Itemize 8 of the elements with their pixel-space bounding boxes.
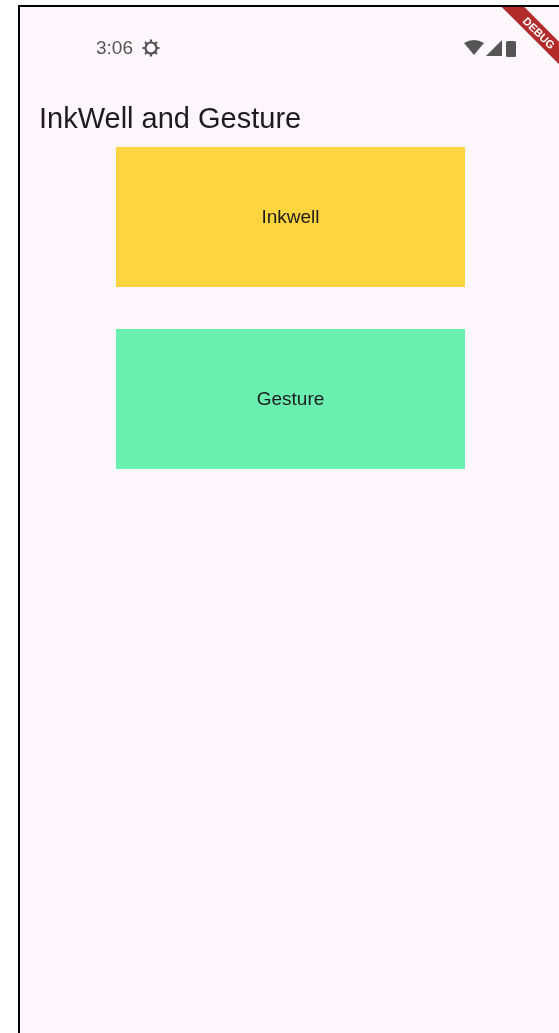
color-block-button[interactable]: Inkwell — [116, 147, 465, 287]
signal-icon — [486, 40, 502, 56]
status-time: 3:06 — [96, 35, 133, 60]
wifi-icon — [464, 40, 484, 56]
app-bar-title: InkWell and Gesture — [39, 101, 302, 137]
battery-icon — [506, 39, 516, 57]
color-block-button[interactable]: Gesture — [116, 329, 465, 469]
gear-icon — [141, 38, 161, 58]
